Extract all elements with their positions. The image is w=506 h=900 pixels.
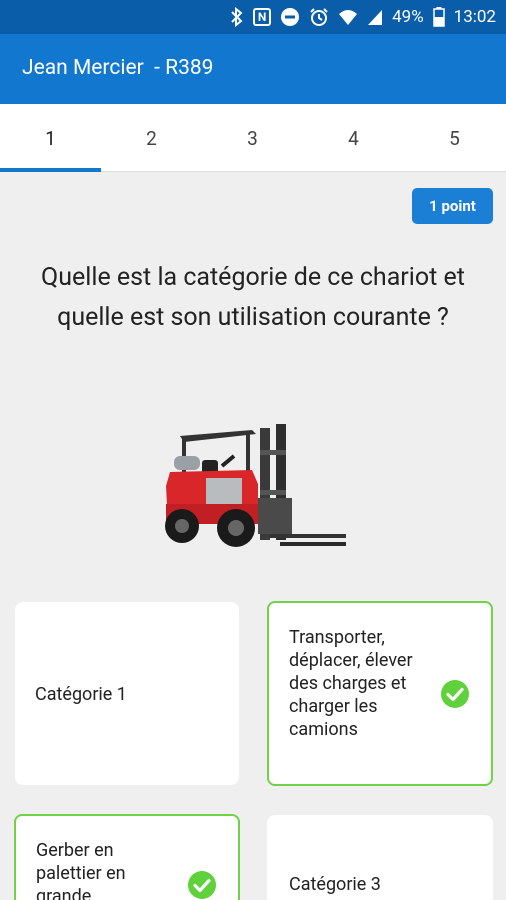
app-title: Jean Mercier - R389 [22, 56, 214, 80]
answer-text: Catégorie 1 [35, 684, 127, 705]
clock: 13:02 [453, 7, 496, 27]
answer-text: Catégorie 3 [289, 874, 381, 895]
answer-option-2[interactable]: Transporter, déplacer, élever des charge… [267, 601, 493, 786]
signal-icon [367, 8, 383, 26]
active-tab-indicator [0, 168, 101, 172]
bluetooth-icon [230, 7, 244, 27]
tab-3[interactable]: 3 [202, 104, 303, 172]
answer-option-1[interactable]: Catégorie 1 [15, 602, 239, 785]
tab-2[interactable]: 2 [101, 104, 202, 172]
app-bar: Jean Mercier - R389 [0, 34, 506, 104]
points-badge: 1 point [412, 188, 493, 224]
status-bar: N 49% 13:02 [0, 0, 506, 34]
alarm-icon [309, 7, 329, 27]
battery-icon [432, 7, 445, 27]
tab-5[interactable]: 5 [404, 104, 505, 172]
answer-text: Gerber en palettier en grande [36, 840, 126, 900]
nfc-icon: N [253, 8, 272, 26]
forklift-image [160, 420, 350, 560]
answer-option-4[interactable]: Catégorie 3 [267, 815, 493, 900]
wifi-icon [338, 8, 358, 26]
status-icons: N 49% 13:02 [230, 0, 496, 34]
answer-option-3[interactable]: Gerber en palettier en grande [14, 814, 240, 900]
tab-1[interactable]: 1 [0, 104, 101, 172]
do-not-disturb-icon [280, 7, 300, 27]
check-icon [441, 680, 469, 708]
question-text: Quelle est la catégorie de ce chariot et… [41, 263, 465, 332]
battery-text: 49% [392, 7, 424, 27]
check-icon [188, 871, 216, 899]
answer-text: Transporter, déplacer, élever des charge… [289, 627, 413, 740]
tab-4[interactable]: 4 [303, 104, 404, 172]
question-tabs: 1 2 3 4 5 [0, 104, 506, 172]
